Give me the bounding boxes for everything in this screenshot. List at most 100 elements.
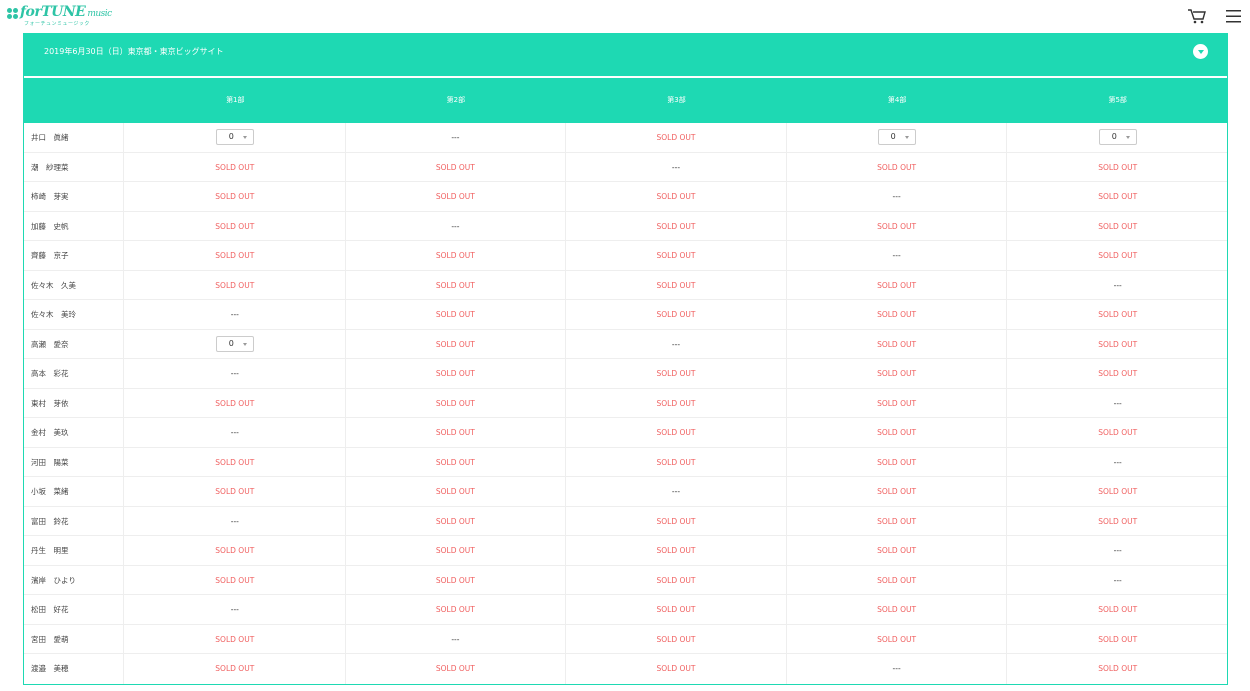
table-row: 高瀬 愛奈 0 SOLD OUT --- SOLD OUT SOLD OUT [24,329,1227,359]
member-name: 丹生 明里 [24,536,124,565]
sold-out-label: SOLD OUT [566,359,787,388]
unavailable-label: --- [125,300,346,329]
unavailable-label: --- [125,359,346,388]
event-schedule-panel: 2019年6月30日（日）東京都・東京ビッグサイト 第1部 第2部 第3部 第4部 第5… [23,33,1228,685]
member-name: 佐々木 美玲 [24,300,124,329]
chevron-down-icon [242,342,247,346]
table-row: 富田 鈴花 --- SOLD OUT SOLD OUT SOLD OUT SOLD OUT [24,506,1227,536]
quantity-select[interactable]: 0 [1098,129,1137,145]
sold-out-label: SOLD OUT [566,624,787,653]
column-header-part-1: 第1部 [226,96,245,104]
column-header-part-5: 第5部 [1108,96,1127,104]
clover-icon [7,8,19,20]
sold-out-label: SOLD OUT [125,477,346,506]
sold-out-label: SOLD OUT [787,536,1008,565]
sold-out-label: SOLD OUT [1098,428,1138,437]
unavailable-label: --- [125,595,346,624]
fortune-music-logo[interactable]: forTUNE music フォーチュンミュージック [7,4,112,28]
sold-out-label: SOLD OUT [125,270,346,299]
top-navigation-bar: forTUNE music フォーチュンミュージック [0,0,1250,33]
table-row: 小坂 菜緒 SOLD OUT SOLD OUT --- SOLD OUT SOLD OUT [24,477,1227,507]
chevron-down-icon [904,136,909,139]
hamburger-menu-icon[interactable] [1226,9,1241,23]
logo-wordmark: forTUNE music [20,4,112,20]
table-header-row: 第1部 第2部 第3部 第4部 第5部 [24,78,1227,123]
sold-out-label: SOLD OUT [566,300,787,329]
unavailable-label: --- [787,241,1008,270]
unavailable-label: --- [1113,575,1122,585]
table-row: 潮 紗理菜 SOLD OUT SOLD OUT --- SOLD OUT SOLD OUT [24,152,1227,182]
sold-out-label: SOLD OUT [566,654,787,684]
sold-out-label: SOLD OUT [1098,634,1138,644]
sold-out-label: SOLD OUT [566,506,787,535]
unavailable-label: --- [1113,457,1122,467]
member-name: 富田 鈴花 [24,506,124,535]
sold-out-label: SOLD OUT [566,536,787,565]
sold-out-label: SOLD OUT [566,123,787,152]
table-row: 渡邉 美穂 SOLD OUT SOLD OUT SOLD OUT --- SOLD OUT [24,654,1227,684]
sold-out-label: SOLD OUT [787,270,1008,299]
table-row: 東村 芽依 SOLD OUT SOLD OUT SOLD OUT SOLD OUT --- [24,388,1227,418]
table-row: 加藤 史帆 SOLD OUT --- SOLD OUT SOLD OUT SOLD OUT [24,211,1227,241]
sold-out-label: SOLD OUT [346,477,567,506]
sold-out-label: SOLD OUT [1098,487,1138,496]
member-name: 高本 彩花 [24,359,124,388]
unavailable-label: --- [566,152,787,181]
sold-out-label: SOLD OUT [1098,192,1138,201]
event-date-header[interactable]: 2019年6月30日（日）東京都・東京ビッグサイト [24,33,1227,76]
unavailable-label: --- [566,329,787,358]
sold-out-label: SOLD OUT [346,388,567,417]
table-row: 高本 彩花 --- SOLD OUT SOLD OUT SOLD OUT SOLD OUT [24,359,1227,389]
table-row: 宮田 愛萌 SOLD OUT --- SOLD OUT SOLD OUT SOLD OUT [24,624,1227,654]
cart-icon[interactable] [1187,8,1207,24]
sold-out-label: SOLD OUT [566,447,787,476]
member-name: 高瀬 愛奈 [24,329,124,358]
member-name: 松田 好花 [24,595,124,624]
member-name: 金村 美玖 [24,418,124,447]
unavailable-label: --- [125,506,346,535]
sold-out-label: SOLD OUT [346,300,567,329]
ticket-cell: 0 [787,123,1008,152]
sold-out-label: SOLD OUT [346,654,567,684]
sold-out-label: SOLD OUT [1098,310,1138,319]
unavailable-label: --- [1113,546,1122,555]
sold-out-label: SOLD OUT [346,270,567,299]
sold-out-label: SOLD OUT [125,447,346,476]
quantity-select[interactable]: 0 [215,335,254,352]
unavailable-label: --- [787,182,1008,211]
sold-out-label: SOLD OUT [566,211,787,240]
table-row: 井口 眞緒 0 --- SOLD OUT 0 0 [24,123,1227,153]
sold-out-label: SOLD OUT [787,477,1008,506]
member-table-body: 井口 眞緒 0 --- SOLD OUT 0 0 潮 紗理菜 SOLD OUT SOLD OUT… [24,123,1227,684]
table-row: 河田 陽菜 SOLD OUT SOLD OUT SOLD OUT SOLD OUT --- [24,447,1227,477]
quantity-select[interactable]: 0 [215,129,254,145]
sold-out-label: SOLD OUT [787,359,1008,388]
member-name: 宮田 愛萌 [24,624,124,653]
sold-out-label: SOLD OUT [346,418,567,447]
sold-out-label: SOLD OUT [1098,339,1138,349]
sold-out-label: SOLD OUT [346,595,567,624]
sold-out-label: SOLD OUT [346,329,567,358]
quantity-select[interactable]: 0 [877,129,916,145]
sold-out-label: SOLD OUT [125,624,346,653]
table-row: 佐々木 美玲 --- SOLD OUT SOLD OUT SOLD OUT SOLD OU… [24,300,1227,330]
sold-out-label: SOLD OUT [566,388,787,417]
sold-out-label: SOLD OUT [566,418,787,447]
member-name: 井口 眞緒 [24,123,124,152]
sold-out-label: SOLD OUT [787,329,1008,358]
unavailable-label: --- [346,123,567,152]
member-name: 佐々木 久美 [24,270,124,299]
unavailable-label: --- [346,624,567,653]
sold-out-label: SOLD OUT [787,447,1008,476]
ticket-cell: 0 [125,329,346,358]
sold-out-label: SOLD OUT [566,270,787,299]
sold-out-label: SOLD OUT [346,536,567,565]
sold-out-label: SOLD OUT [125,241,346,270]
sold-out-label: SOLD OUT [1098,369,1138,378]
sold-out-label: SOLD OUT [787,565,1008,594]
table-row: 齊藤 京子 SOLD OUT SOLD OUT SOLD OUT --- SOLD OUT [24,241,1227,271]
sold-out-label: SOLD OUT [787,152,1008,181]
sold-out-label: SOLD OUT [787,624,1008,653]
collapse-toggle-button[interactable] [1193,44,1208,59]
column-header-part-3: 第3部 [667,96,686,104]
